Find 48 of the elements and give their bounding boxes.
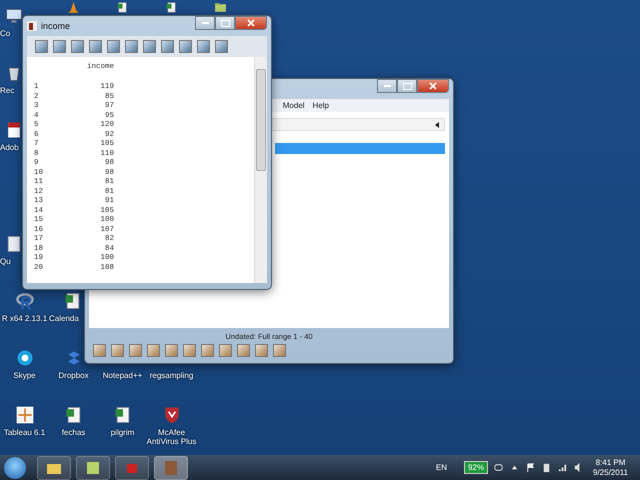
clock-date[interactable]: 9/25/2011 — [593, 468, 628, 478]
picture-icon — [163, 460, 179, 476]
spreadsheet-icon[interactable] — [165, 1, 178, 14]
clock-time[interactable]: 8:41 PM — [596, 458, 626, 468]
icon-label: Co — [0, 29, 10, 38]
cone-icon[interactable] — [67, 1, 80, 14]
note-icon — [85, 460, 101, 476]
icon-label: Dropbox — [58, 371, 89, 380]
signal-icon[interactable] — [557, 462, 568, 473]
skype-icon[interactable] — [14, 348, 34, 368]
start-button[interactable] — [4, 456, 26, 478]
taskbar-button[interactable] — [37, 456, 71, 480]
minimize-button[interactable] — [195, 16, 215, 30]
menu-item[interactable]: Model — [282, 101, 305, 110]
app-icon — [27, 21, 37, 31]
taskbar-button[interactable] — [154, 456, 188, 480]
scroll-thumb[interactable] — [256, 69, 266, 171]
spreadsheet-icon[interactable] — [116, 1, 129, 14]
minimize-button[interactable] — [377, 79, 397, 93]
icon-label: regsampling — [150, 371, 194, 380]
icon-label: fechas — [62, 428, 86, 438]
window-title: income — [41, 21, 70, 31]
r-letter-icon[interactable] — [14, 291, 34, 311]
flag-icon[interactable] — [525, 462, 536, 473]
icon-label: Qu — [0, 257, 11, 266]
clipboard-icon[interactable] — [541, 462, 552, 473]
taskbar-button[interactable] — [76, 456, 110, 480]
left-arrow-icon[interactable] — [435, 122, 439, 128]
menu-item[interactable]: Help — [312, 101, 329, 110]
language-indicator[interactable]: EN — [436, 463, 447, 472]
taskbar-button[interactable] — [115, 456, 149, 480]
maximize-button[interactable] — [397, 79, 417, 93]
battery-indicator[interactable]: 92% — [464, 461, 488, 474]
maximize-button[interactable] — [215, 16, 235, 30]
icon-label: Adob — [0, 143, 19, 152]
icon-label: Notepad++ — [102, 371, 142, 380]
close-button[interactable] — [235, 16, 267, 30]
scrollbar[interactable] — [254, 57, 267, 283]
icon-label: McAfee AntiVirus Plus — [146, 428, 198, 446]
icon-label: R x64 2.13.1 — [2, 314, 48, 324]
plug-icon[interactable] — [493, 462, 504, 473]
close-button[interactable] — [417, 79, 449, 93]
icon-label: Rec — [0, 86, 14, 96]
icon-label: pilgrim — [110, 428, 134, 438]
spreadsheet-icon[interactable] — [64, 405, 84, 425]
icon-label: Tableau 6.1 — [4, 428, 46, 438]
icon-label: Calenda — [49, 314, 79, 324]
icon-label: Skype — [13, 371, 36, 380]
